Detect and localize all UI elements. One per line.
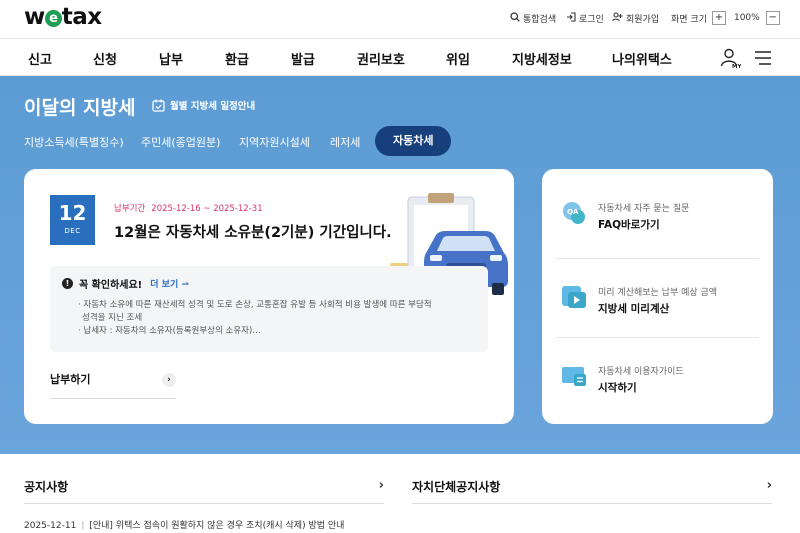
notice-board-title: 공지사항: [24, 480, 69, 494]
tab-leisure-tax[interactable]: 레저세: [330, 134, 360, 150]
nav-item-issue[interactable]: 발급: [291, 49, 315, 68]
zoom-level: 100%: [733, 13, 760, 23]
search-label: 통합검색: [523, 14, 557, 25]
vehicle-tax-card: 12 DEC 납부기간 2025-12-16 ~ 2025-12-31 12월은 …: [24, 169, 514, 424]
tab-local-income-tax[interactable]: 지방소득세(특별징수): [24, 134, 124, 150]
qa-icon: QA: [560, 199, 588, 227]
date-badge: 12 DEC: [50, 195, 95, 245]
notice-box: ! 꼭 확인하세요! 더 보기 ⇀ · 자동차 소유에 따른 재산세적 성격 및…: [50, 266, 488, 352]
notice-header-right[interactable]: 자치단체공지사항 ›: [412, 478, 772, 504]
login-link[interactable]: 로그인: [566, 10, 604, 26]
schedule-link[interactable]: 월별 지방세 일정안내: [152, 98, 255, 112]
more-link-label: 더 보기: [150, 280, 179, 290]
guide-title: 시작하기: [598, 382, 637, 394]
tab-regional-resource-tax[interactable]: 지역자원시설세: [239, 134, 310, 150]
login-label: 로그인: [579, 14, 604, 25]
svg-text:QA: QA: [567, 208, 579, 216]
nav-item-pay[interactable]: 납부: [159, 49, 183, 68]
date-day: 12: [58, 201, 87, 225]
my-page-icon[interactable]: MY: [719, 47, 742, 73]
section-title: 이달의 지방세: [24, 97, 136, 119]
zoom-out-button[interactable]: −: [765, 11, 780, 25]
screen-size-control: 화면 크기 + 100% −: [671, 10, 780, 26]
notice-line-2: 성격을 지닌 조세: [82, 313, 143, 323]
search-link[interactable]: 통합검색: [510, 10, 556, 26]
my-label: MY: [732, 64, 741, 69]
notice-board: 공지사항 › 자치단체공지사항 › 2025-12-11 | [안내] 위택스 접속…: [0, 454, 800, 533]
nav-item-my-wetax[interactable]: 나의위택스: [612, 49, 672, 68]
chevron-right-icon[interactable]: ›: [379, 478, 384, 493]
notice-line-1: · 자동차 소유에 따른 재산세적 성격 및 도로 손상, 교통혼잡 유발 등 …: [78, 300, 432, 310]
card-headline: 12월은 자동차세 소유분(2기분) 기간입니다.: [114, 225, 392, 241]
quick-links-card: QA 자동차세 자주 묻는 질문 FAQ바로가기 미리 계산해보는 납부 예상 …: [542, 169, 773, 424]
search-icon: [510, 11, 520, 25]
main-nav: 신고 신청 납부 환급 발급 권리보호 위임 지방세정보 나의위택스 MY: [0, 38, 800, 76]
arrow-right-icon: ⇀: [181, 280, 189, 290]
chevron-right-icon: ›: [162, 373, 176, 387]
payment-period: 납부기간 2025-12-16 ~ 2025-12-31: [114, 202, 269, 214]
tab-resident-tax[interactable]: 주민세(종업원분): [141, 134, 220, 150]
guide-link[interactable]: 자동차세 이용자가이드 시작하기: [556, 337, 759, 413]
faq-title: FAQ바로가기: [598, 219, 660, 231]
notice-title: 꼭 확인하세요!: [79, 280, 143, 291]
wetax-logo[interactable]: w e tax: [24, 4, 102, 30]
monthly-tax-section: 이달의 지방세 월별 지방세 일정안내 지방소득세(특별징수) 주민세(종업원분…: [0, 76, 800, 454]
precalc-link[interactable]: 미리 계산해보는 납부 예상 금액 지방세 미리계산: [556, 258, 759, 334]
tax-type-tabs: 지방소득세(특별징수) 주민세(종업원분) 지역자원시설세 레저세 자동차세: [0, 126, 800, 156]
date-month: DEC: [64, 227, 81, 235]
chevron-right-icon[interactable]: ›: [767, 478, 772, 493]
precalc-sub: 미리 계산해보는 납부 예상 금액: [598, 288, 718, 298]
warning-icon: !: [62, 278, 73, 289]
calculator-icon: [560, 283, 588, 311]
nav-item-report[interactable]: 신고: [28, 49, 52, 68]
period-value: 2025-12-16 ~ 2025-12-31: [151, 204, 263, 214]
notice-header: ! 꼭 확인하세요! 더 보기 ⇀: [62, 276, 189, 291]
tab-vehicle-tax[interactable]: 자동차세: [375, 126, 452, 156]
signup-link[interactable]: 회원가입: [612, 10, 659, 26]
guide-icon: [560, 362, 588, 390]
faq-link[interactable]: QA 자동차세 자주 묻는 질문 FAQ바로가기: [556, 175, 759, 251]
precalc-title: 지방세 미리계산: [598, 303, 670, 315]
pay-button[interactable]: 납부하기 ›: [50, 371, 176, 399]
notice-title-text: [안내] 위택스 접속이 원활하지 않은 경우 조치(캐시 삭제) 방법 안내: [89, 521, 345, 531]
nav-item-rights[interactable]: 권리보호: [357, 49, 405, 68]
signup-label: 회원가입: [626, 14, 660, 25]
menu-icon[interactable]: [754, 50, 772, 70]
calendar-icon: [152, 99, 165, 112]
schedule-link-label: 월별 지방세 일정안내: [170, 101, 256, 112]
divider: |: [81, 521, 85, 531]
nav-item-refund[interactable]: 환급: [225, 49, 249, 68]
faq-sub: 자동차세 자주 묻는 질문: [598, 204, 690, 214]
login-icon: [566, 11, 576, 25]
wetax-home: w e tax 통합검색 로그인 회원가입 화면 크기 + 100% − 신고 …: [0, 0, 800, 533]
notice-date: 2025-12-11: [24, 521, 77, 531]
local-notice-board-title: 자치단체공지사항: [412, 480, 501, 494]
period-label: 납부기간: [114, 204, 146, 214]
nav-item-local-tax-info[interactable]: 지방세정보: [512, 49, 572, 68]
notice-header-left[interactable]: 공지사항 ›: [24, 478, 384, 504]
nav-item-delegate[interactable]: 위임: [446, 49, 470, 68]
zoom-in-button[interactable]: +: [711, 11, 726, 25]
notice-line-3: · 납세자 : 자동차의 소유자(등록원부상의 소유자)…: [78, 326, 261, 336]
user-add-icon: [612, 11, 623, 25]
more-link[interactable]: 더 보기 ⇀: [150, 277, 189, 290]
pay-button-label: 납부하기: [50, 373, 91, 386]
screen-size-label: 화면 크기: [671, 14, 707, 25]
top-utility-bar: w e tax 통합검색 로그인 회원가입 화면 크기 + 100% −: [0, 0, 800, 38]
nav-item-apply[interactable]: 신청: [93, 49, 117, 68]
guide-sub: 자동차세 이용자가이드: [598, 367, 684, 377]
notice-row[interactable]: 2025-12-11 | [안내] 위택스 접속이 원활하지 않은 경우 조치(캐시…: [24, 518, 344, 531]
